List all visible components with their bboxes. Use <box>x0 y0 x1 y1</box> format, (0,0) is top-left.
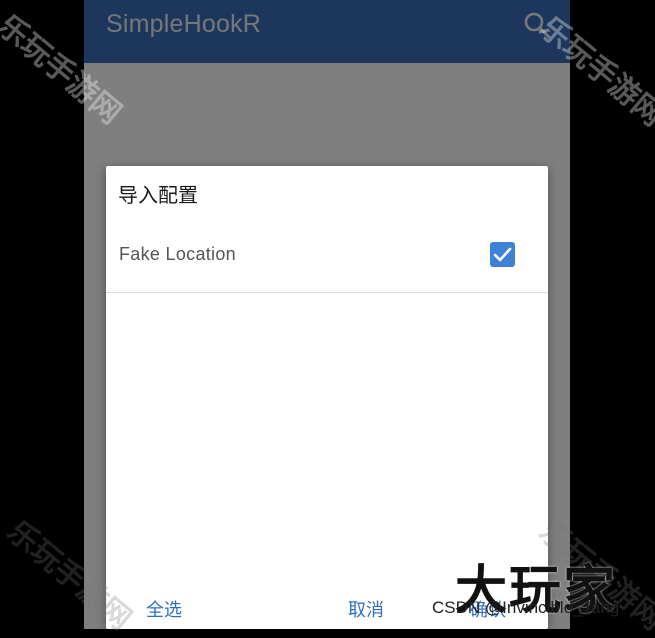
select-all-button[interactable]: 全选 <box>146 596 182 622</box>
dialog-title: 导入配置 <box>118 183 198 207</box>
divider <box>106 292 548 293</box>
check-icon <box>493 247 512 262</box>
checkbox[interactable] <box>490 242 515 267</box>
cancel-button[interactable]: 取消 <box>348 596 384 622</box>
list-item[interactable]: Fake Location <box>106 226 548 292</box>
list-item-label: Fake Location <box>119 244 236 264</box>
confirm-button[interactable]: 确认 <box>470 596 506 622</box>
